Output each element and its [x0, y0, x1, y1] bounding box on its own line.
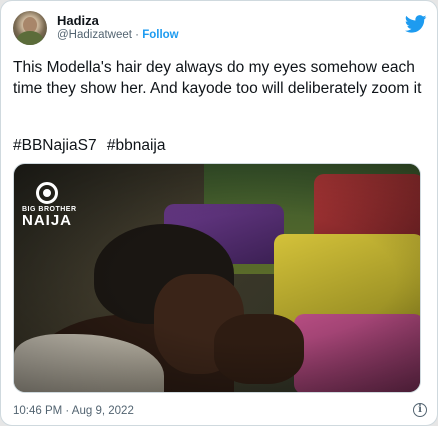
author-name[interactable]: Hadiza: [57, 13, 99, 28]
tweet-text: This Modella's hair dey always do my eye…: [13, 59, 422, 97]
follow-link[interactable]: Follow: [142, 29, 178, 41]
big-brother-naija-logo: BIG BROTHER NAIJA: [22, 182, 77, 228]
logo-big-text: NAIJA: [22, 212, 73, 229]
handle-separator: ·: [135, 29, 140, 41]
info-icon[interactable]: i: [413, 403, 427, 417]
tweet-media-image[interactable]: BIG BROTHER NAIJA: [13, 163, 421, 393]
author-handle[interactable]: @Hadizatweet: [57, 29, 132, 41]
eye-logo-icon: [36, 182, 58, 204]
hashtag-bbnaija[interactable]: #bbnaija: [107, 137, 166, 154]
avatar-body: [17, 31, 43, 45]
tweet-timestamp[interactable]: 10:46 PM · Aug 9, 2022: [13, 405, 134, 417]
twitter-bird-icon[interactable]: [405, 15, 427, 33]
tweet-header: Hadiza @Hadizatweet · Follow: [13, 11, 427, 45]
hashtag-row: #BBNajiaS7 #bbnaija: [13, 137, 172, 155]
tweet-footer: 10:46 PM · Aug 9, 2022 i: [13, 403, 427, 419]
hashtag-bbnajias7[interactable]: #BBNajiaS7: [13, 137, 97, 154]
avatar[interactable]: [13, 11, 47, 45]
author-handle-row: @Hadizatweet · Follow: [57, 29, 179, 41]
tweet-embed-card[interactable]: Hadiza @Hadizatweet · Follow This Modell…: [0, 0, 438, 426]
